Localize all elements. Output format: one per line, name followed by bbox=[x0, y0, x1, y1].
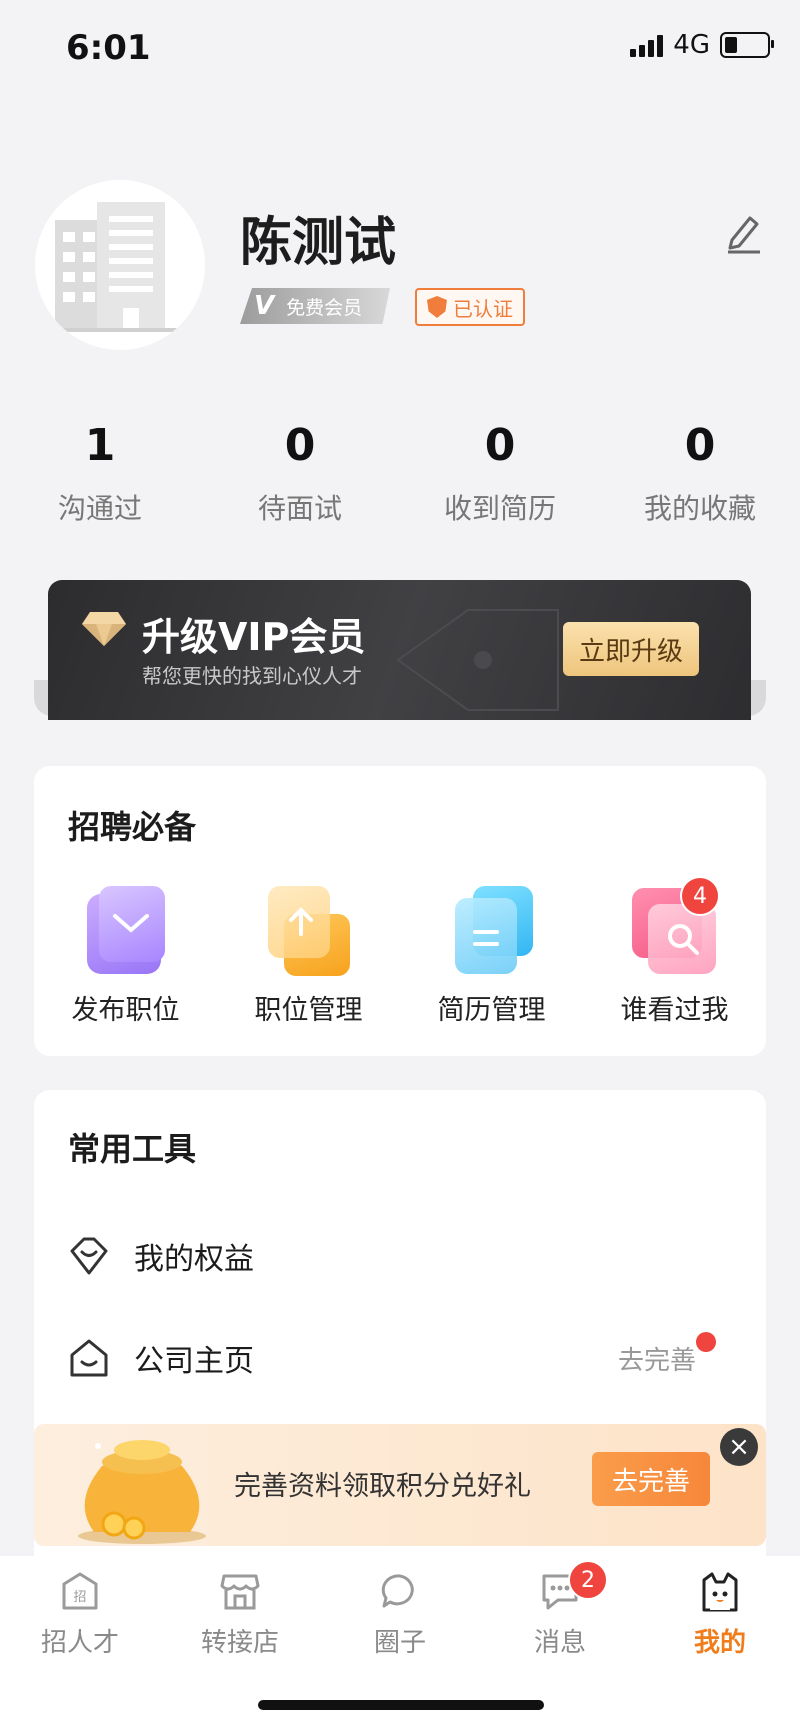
diamond-icon bbox=[82, 612, 126, 646]
stat-pending-interview[interactable]: 0 待面试 bbox=[200, 420, 400, 527]
stat-label: 待面试 bbox=[257, 492, 342, 525]
home-indicator bbox=[258, 1700, 544, 1710]
nav-label: 招人才 bbox=[40, 1628, 119, 1658]
svg-text:招: 招 bbox=[73, 1590, 86, 1605]
company-home-icon bbox=[70, 1339, 108, 1377]
grid-item-label: 谁看过我 bbox=[620, 995, 729, 1026]
notification-dot bbox=[696, 1332, 716, 1352]
stat-contacted[interactable]: 1 沟通过 bbox=[0, 420, 200, 527]
circle-icon bbox=[381, 1574, 414, 1608]
vip-title: 升级VIP会员 bbox=[142, 615, 366, 659]
tool-row-company-home[interactable]: 公司主页 去完善 bbox=[34, 1318, 766, 1398]
nav-item-mine[interactable]: 我的 bbox=[640, 1570, 800, 1659]
network-label: 4G bbox=[673, 30, 710, 60]
shield-icon bbox=[427, 296, 447, 318]
user-name: 陈测试 bbox=[240, 213, 397, 273]
avatar[interactable] bbox=[35, 180, 205, 350]
tool-label: 我的权益 bbox=[134, 1242, 254, 1277]
member-badge-label: 免费会员 bbox=[286, 296, 363, 319]
money-bag-icon bbox=[78, 1440, 206, 1544]
nav-item-shop[interactable]: 转接店 bbox=[160, 1570, 320, 1659]
tool-label: 公司主页 bbox=[134, 1344, 254, 1379]
grid-item-label: 简历管理 bbox=[437, 995, 546, 1026]
member-badge[interactable]: V 免费会员 bbox=[240, 288, 390, 324]
close-icon[interactable]: × bbox=[720, 1428, 758, 1466]
promo-banner[interactable]: 完善资料领取积分兑好礼 去完善 bbox=[34, 1424, 766, 1546]
promo-text: 完善资料领取积分兑好礼 bbox=[234, 1471, 531, 1502]
recruit-grid: 发布职位 职位管理 简历管理 4 谁看过我 bbox=[34, 876, 766, 1027]
card-title: 常用工具 bbox=[68, 1130, 197, 1168]
card-title: 招聘必备 bbox=[68, 808, 197, 846]
nav-label: 我的 bbox=[693, 1628, 746, 1658]
nav-label: 圈子 bbox=[373, 1628, 426, 1658]
stat-value: 0 bbox=[484, 420, 516, 471]
mine-icon bbox=[702, 1572, 738, 1612]
nav-label: 转接店 bbox=[200, 1628, 279, 1658]
recruit-icon: 招 bbox=[62, 1572, 98, 1610]
stat-resumes-received[interactable]: 0 收到简历 bbox=[400, 420, 600, 527]
message-badge: 2 bbox=[568, 1560, 608, 1600]
grid-item-label: 职位管理 bbox=[254, 995, 363, 1026]
stat-label: 沟通过 bbox=[57, 492, 142, 525]
grid-item-viewed-me[interactable]: 4 谁看过我 bbox=[583, 876, 766, 1027]
grid-item-job-manage[interactable]: 职位管理 bbox=[217, 886, 400, 1027]
stat-label: 收到简历 bbox=[443, 492, 556, 525]
edit-icon[interactable] bbox=[724, 210, 764, 254]
benefits-icon bbox=[70, 1237, 108, 1275]
tag-watermark-icon bbox=[396, 609, 559, 711]
stats-bar: 1 沟通过 0 待面试 0 收到简历 0 我的收藏 bbox=[0, 420, 800, 527]
grid-item-resume-manage[interactable]: 简历管理 bbox=[400, 886, 583, 1027]
stat-label: 我的收藏 bbox=[643, 492, 756, 525]
stat-value: 0 bbox=[684, 420, 716, 471]
complete-link[interactable]: 去完善 bbox=[618, 1340, 696, 1377]
status-icons: 4G bbox=[630, 30, 774, 60]
stat-favorites[interactable]: 0 我的收藏 bbox=[600, 420, 800, 527]
viewed-me-badge: 4 bbox=[680, 876, 720, 916]
nav-item-recruit[interactable]: 招 招人才 bbox=[0, 1570, 160, 1659]
status-time: 6:01 bbox=[66, 28, 151, 68]
shop-icon bbox=[220, 1574, 260, 1610]
grid-item-post-job[interactable]: 发布职位 bbox=[34, 886, 217, 1027]
nav-label: 消息 bbox=[533, 1628, 586, 1658]
vip-letter-icon: V bbox=[254, 291, 275, 321]
vip-banner[interactable]: 升级VIP会员 帮您更快的找到心仪人才 立即升级 bbox=[48, 580, 751, 720]
stat-value: 1 bbox=[84, 420, 116, 471]
company-building-icon bbox=[45, 202, 185, 332]
vip-subtitle: 帮您更快的找到心仪人才 bbox=[142, 664, 362, 688]
tool-row-benefits[interactable]: 我的权益 bbox=[34, 1216, 766, 1296]
stat-value: 0 bbox=[284, 420, 316, 471]
recruit-essentials-card: 招聘必备 发布职位 职位管理 简历管理 4 谁看过我 bbox=[34, 766, 766, 1056]
verified-label: 已认证 bbox=[453, 296, 513, 321]
signal-icon bbox=[630, 33, 664, 57]
promo-complete-button[interactable]: 去完善 bbox=[592, 1452, 710, 1506]
battery-icon bbox=[720, 32, 774, 58]
grid-item-label: 发布职位 bbox=[71, 995, 180, 1026]
job-manage-icon bbox=[266, 886, 352, 978]
nav-item-circle[interactable]: 圈子 bbox=[320, 1570, 480, 1659]
upgrade-button[interactable]: 立即升级 bbox=[563, 622, 699, 676]
nav-item-message[interactable]: 2 消息 bbox=[480, 1560, 640, 1659]
post-job-icon bbox=[83, 886, 169, 978]
verified-badge: 已认证 bbox=[415, 288, 525, 326]
resume-manage-icon bbox=[449, 886, 535, 978]
